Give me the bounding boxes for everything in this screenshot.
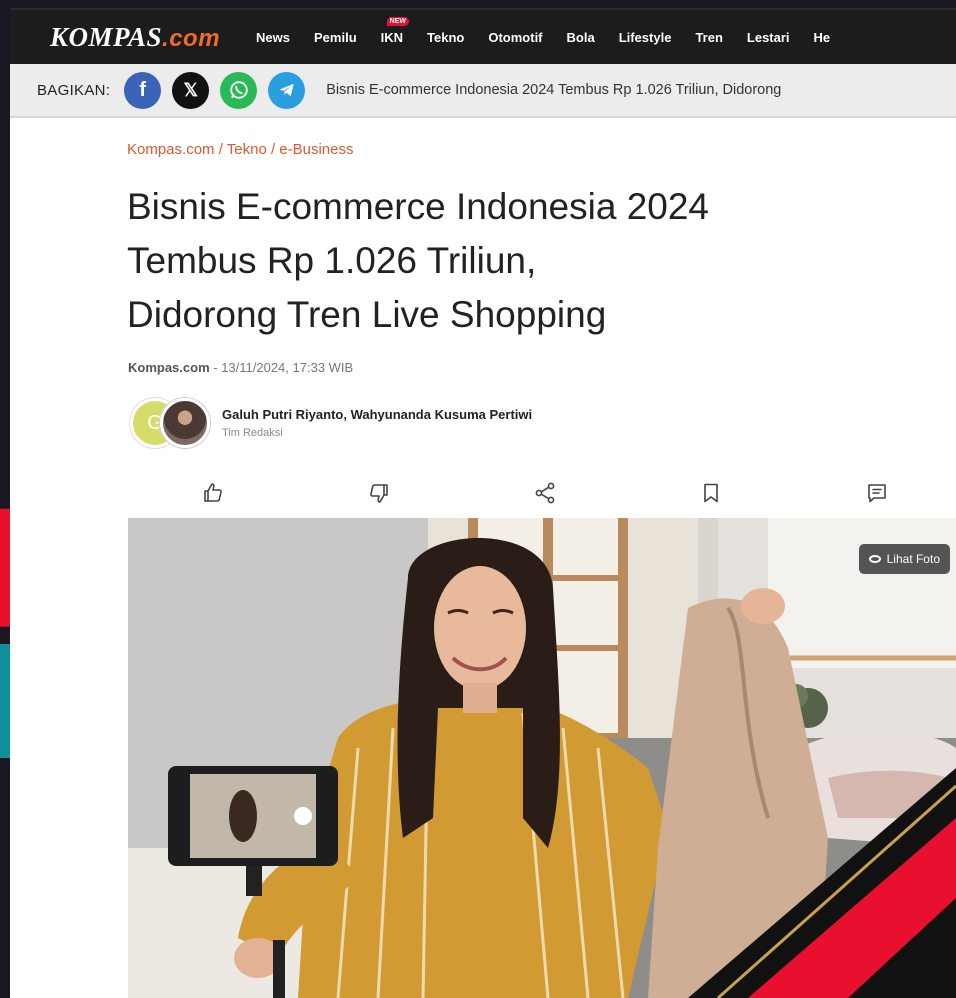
like-button[interactable] xyxy=(198,478,228,508)
new-badge: NEW xyxy=(386,16,409,26)
author-block: G Galuh Putri Riyanto, Wahyunanda Kusuma… xyxy=(130,398,532,448)
bookmark-button[interactable] xyxy=(696,478,726,508)
breadcrumb[interactable]: Kompas.com / Tekno / e-Business xyxy=(127,141,354,158)
author-names[interactable]: Galuh Putri Riyanto, Wahyunanda Kusuma P… xyxy=(222,407,532,422)
share-bar: BAGIKAN: f 𝕏 Bisnis E-commerce Indonesia… xyxy=(10,64,956,118)
nav-item-lestari[interactable]: Lestari xyxy=(747,30,790,45)
headline-line: Tembus Rp 1.026 Triliun, xyxy=(127,240,537,281)
view-photo-button[interactable]: Lihat Foto xyxy=(858,544,950,574)
browser-page: KOMPAS.com News Pemilu NEW IKN Tekno Otom… xyxy=(10,8,956,998)
whatsapp-icon[interactable] xyxy=(220,71,258,109)
top-navigation: KOMPAS.com News Pemilu NEW IKN Tekno Otom… xyxy=(10,8,956,64)
eye-icon xyxy=(868,555,881,563)
article-source: Kompas.com xyxy=(128,360,210,375)
nav-item-lifestyle[interactable]: Lifestyle xyxy=(619,30,672,45)
comment-icon xyxy=(868,484,886,503)
share-button[interactable] xyxy=(530,478,560,508)
nav-menu: News Pemilu NEW IKN Tekno Otomotif Bola L… xyxy=(256,16,854,45)
hero-illustration xyxy=(128,518,956,998)
dislike-button[interactable] xyxy=(364,478,394,508)
article-meta: Kompas.com - 13/11/2024, 17:33 WIB xyxy=(128,360,353,375)
site-logo[interactable]: KOMPAS.com xyxy=(50,22,220,53)
nav-item-news[interactable]: News xyxy=(256,30,290,45)
view-photo-label: Lihat Foto xyxy=(886,552,940,566)
logo-suffix: .com xyxy=(162,24,221,52)
nav-item-ikn[interactable]: NEW IKN xyxy=(381,16,409,45)
avatar[interactable] xyxy=(160,398,210,448)
share-icons: f 𝕏 xyxy=(124,71,316,109)
nav-item-tren[interactable]: Tren xyxy=(695,30,722,45)
article-actions xyxy=(128,478,956,512)
whatsapp-glyph xyxy=(230,81,248,99)
headline-line: Bisnis E-commerce Indonesia 2024 xyxy=(127,186,710,227)
headline-line: Didorong Tren Live Shopping xyxy=(127,294,607,335)
comment-button[interactable] xyxy=(862,478,892,508)
nav-item-pemilu[interactable]: Pemilu xyxy=(314,30,357,45)
telegram-icon[interactable] xyxy=(268,71,306,109)
telegram-glyph xyxy=(279,83,294,97)
screen-frame: KOMPAS.com News Pemilu NEW IKN Tekno Otom… xyxy=(0,0,956,998)
author-text: Galuh Putri Riyanto, Wahyunanda Kusuma P… xyxy=(222,407,532,439)
share-article-title: Bisnis E-commerce Indonesia 2024 Tembus … xyxy=(326,82,782,98)
nav-item-tekno[interactable]: Tekno xyxy=(427,30,464,45)
nav-item-bola[interactable]: Bola xyxy=(567,30,595,45)
article-datetime: - 13/11/2024, 17:33 WIB xyxy=(209,360,354,375)
share-icon xyxy=(535,482,555,504)
bookmark-icon xyxy=(704,483,718,503)
article-headline: Bisnis E-commerce Indonesia 2024 Tembus … xyxy=(127,180,887,342)
article-hero-photo[interactable]: Lihat Foto xyxy=(128,518,956,998)
thumbs-up-icon xyxy=(204,483,222,502)
share-label: BAGIKAN: xyxy=(37,81,111,99)
logo-main: KOMPAS xyxy=(50,21,163,52)
thumbs-down-icon xyxy=(370,484,388,503)
x-icon[interactable]: 𝕏 xyxy=(172,71,210,109)
nav-item-more[interactable]: He xyxy=(814,30,831,45)
nav-item-otomotif[interactable]: Otomotif xyxy=(488,30,542,45)
author-role: Tim Redaksi xyxy=(222,427,283,439)
facebook-icon[interactable]: f xyxy=(124,71,162,109)
